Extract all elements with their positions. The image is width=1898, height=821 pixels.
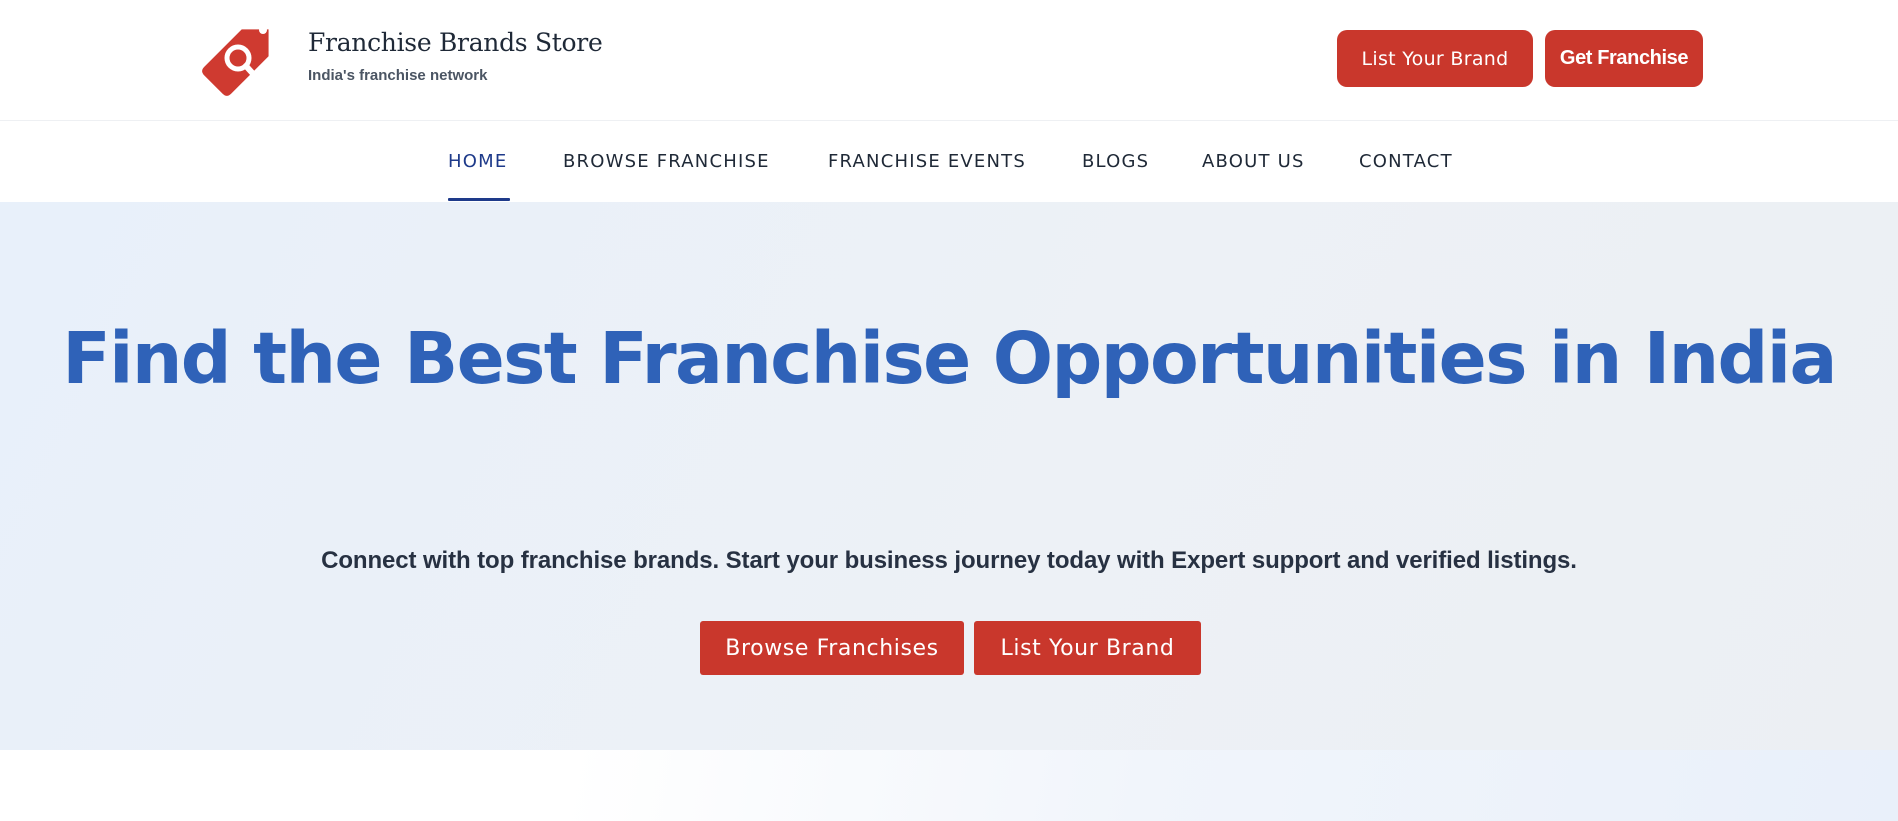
browse-franchises-button[interactable]: Browse Franchises <box>700 621 964 675</box>
nav-contact[interactable]: CONTACT <box>1359 151 1453 172</box>
site-header: Franchise Brands Store India's franchise… <box>0 0 1898 121</box>
active-nav-indicator <box>448 198 510 201</box>
hero-list-your-brand-button[interactable]: List Your Brand <box>974 621 1201 675</box>
nav-about-us[interactable]: ABOUT US <box>1202 151 1305 172</box>
price-tag-search-icon[interactable] <box>200 16 282 98</box>
brand-name[interactable]: Franchise Brands Store <box>308 28 603 57</box>
hero-title: Find the Best Franchise Opportunities in… <box>62 317 1837 400</box>
brand-tagline: India's franchise network <box>308 67 488 84</box>
hero-section: Find the Best Franchise Opportunities in… <box>0 202 1898 750</box>
nav-blogs[interactable]: BLOGS <box>1082 151 1149 172</box>
get-franchise-button[interactable]: Get Franchise <box>1545 30 1703 87</box>
list-your-brand-button[interactable]: List Your Brand <box>1337 30 1533 87</box>
next-section <box>0 750 1898 821</box>
nav-home[interactable]: HOME <box>448 151 507 172</box>
nav-browse-franchise[interactable]: BROWSE FRANCHISE <box>563 151 770 172</box>
nav-franchise-events[interactable]: FRANCHISE EVENTS <box>828 151 1026 172</box>
main-nav: HOME BROWSE FRANCHISE FRANCHISE EVENTS B… <box>0 121 1898 202</box>
hero-subtitle: Connect with top franchise brands. Start… <box>321 547 1577 574</box>
